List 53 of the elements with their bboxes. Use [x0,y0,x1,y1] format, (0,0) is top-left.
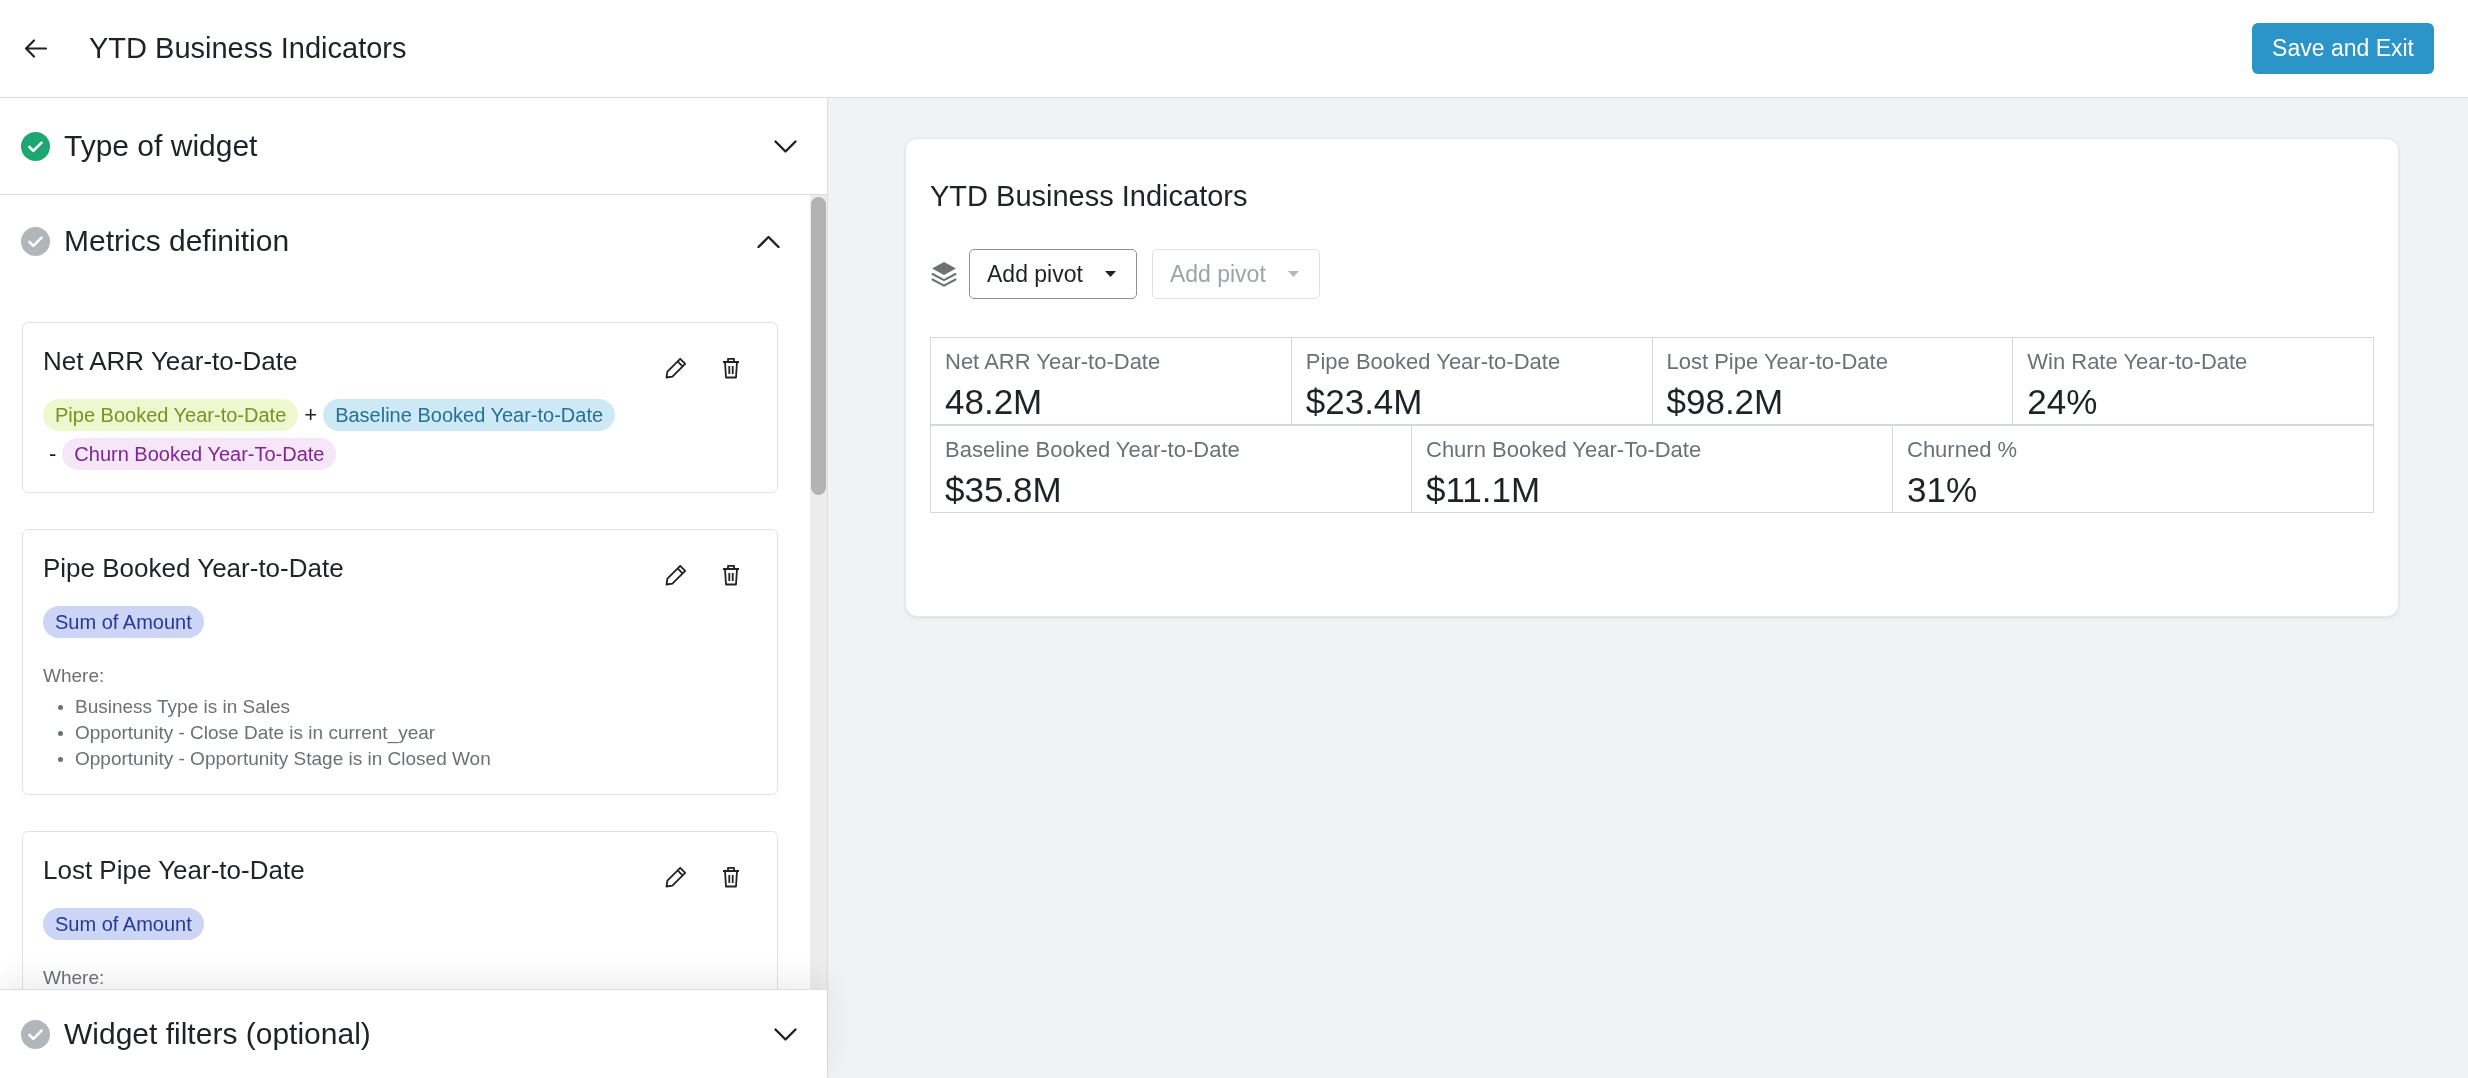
chevron-down-icon[interactable] [774,1027,797,1041]
metric-tag: Churn Booked Year-To-Date [62,438,337,470]
metric-value: $35.8M [945,470,1063,510]
metric-label: Baseline Booked Year-to-Date [945,437,1241,463]
bullet-icon [58,704,63,710]
metric-name: Pipe Booked Year-to-Date [43,552,344,584]
metric-tag: Baseline Booked Year-to-Date [323,399,616,431]
metric-value: 48.2M [945,382,1044,422]
operator-sign: - [49,441,57,467]
condition-text: Opportunity - Close Date is in current_year [75,722,436,744]
pencil-icon[interactable] [665,564,687,586]
page-title: YTD Business Indicators [89,32,407,65]
metric-name: Lost Pipe Year-to-Date [43,854,305,886]
metric-value: $98.2M [1666,382,1785,422]
pencil-icon[interactable] [665,357,687,379]
chevron-up-icon[interactable] [757,234,780,248]
metric-value: $11.1M [1426,470,1542,510]
metric-label: Churned % [1907,437,2019,463]
metric-value: 31% [1907,470,1979,510]
scrollbar-thumb[interactable] [811,197,826,495]
metric-label: Pipe Booked Year-to-Date [1305,349,1562,375]
caret-down-icon [1104,271,1116,277]
section-title: Type of widget [64,129,258,163]
arrow-left-icon[interactable] [24,39,47,58]
metric-label: Win Rate Year-to-Date [2027,349,2249,375]
aggregation-tag: Sum of Amount [43,606,204,638]
where-label: Where: [43,664,106,688]
section-title: Widget filters (optional) [64,1017,371,1051]
metric-label: Net ARR Year-to-Date [945,349,1162,375]
trash-icon[interactable] [722,357,740,379]
metric-tag: Pipe Booked Year-to-Date [43,399,299,431]
metric-label: Lost Pipe Year-to-Date [1666,349,1889,375]
bullet-icon [58,756,63,762]
metric-label: Churn Booked Year-To-Date [1426,437,1703,463]
metric-value: $23.4M [1305,382,1424,422]
section-title: Metrics definition [64,224,290,258]
metric-value: 24% [2027,382,2099,422]
caret-down-icon [1287,271,1299,277]
pivot-dropdown[interactable]: Add pivot [969,249,1137,299]
chevron-down-icon[interactable] [774,139,797,153]
condition-text: Business Type is in Sales [75,696,291,718]
operator-sign: + [304,402,318,428]
bullet-icon [58,730,63,736]
layers-icon [930,260,958,288]
trash-icon[interactable] [722,564,740,586]
where-label: Where: [43,966,106,989]
save-button[interactable]: Save and Exit [2252,23,2434,74]
trash-icon[interactable] [722,866,740,888]
widget-title: YTD Business Indicators [930,179,1249,214]
metric-name: Net ARR Year-to-Date [43,345,298,377]
condition-text: Opportunity - Opportunity Stage is in Closed Won [75,748,491,770]
aggregation-tag: Sum of Amount [43,908,204,940]
pencil-icon[interactable] [665,866,687,888]
